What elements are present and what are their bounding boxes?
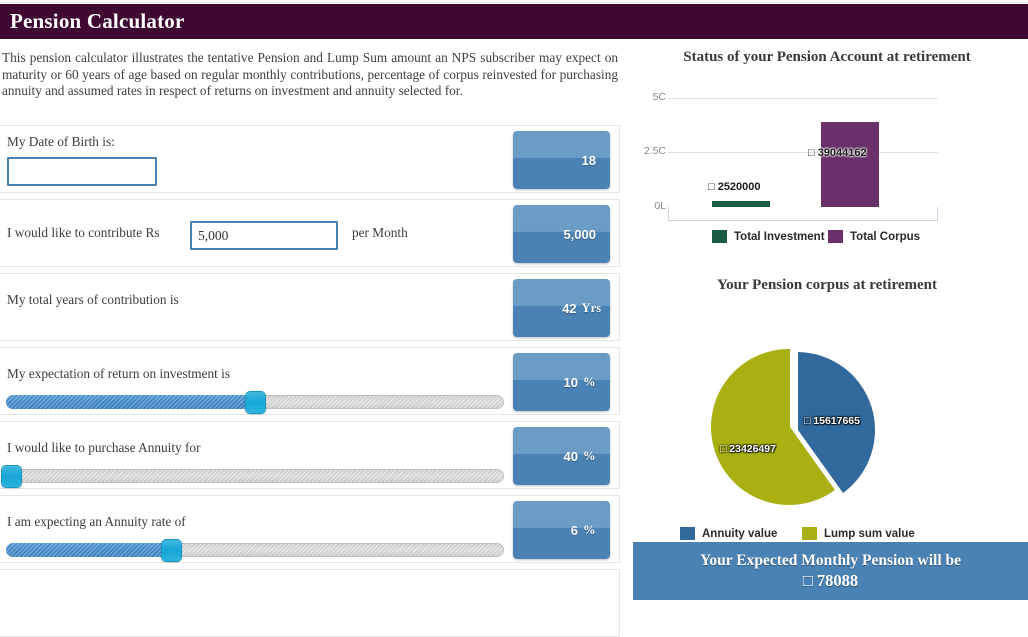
badge-value-return: 10 — [563, 374, 578, 390]
bar-total-investment — [712, 201, 770, 207]
badge-unit-return: % — [583, 374, 596, 389]
bar-total-corpus — [821, 122, 879, 207]
app-header-bar: Pension Calculator — [0, 4, 1028, 39]
page-title: Pension Calculator — [10, 9, 185, 33]
badge-value-years: 42 — [562, 300, 577, 316]
intro-paragraph: This pension calculator illustrates the … — [2, 50, 618, 98]
bar-label-total-corpus: □ 39044162 — [808, 147, 867, 159]
page-top-divider — [0, 0, 1028, 3]
badge-value-annuity-rate: 6 — [570, 522, 578, 538]
value-badge-annuity-rate: 6 % — [513, 501, 610, 559]
legend-label-lump-sum: Lump sum value — [824, 527, 915, 540]
bar-chart-title: Status of your Pension Account at retire… — [683, 49, 971, 65]
pie-label-lump-sum: □ 23426497 — [720, 443, 776, 455]
pie-label-annuity: □ 15617665 — [804, 415, 860, 427]
slider-handle-annuity-rate[interactable] — [162, 540, 181, 561]
form-row-annuity-rate: I am expecting an Annuity rate of 6 % — [0, 495, 620, 563]
calculator-form-panel: This pension calculator illustrates the … — [0, 45, 622, 637]
expected-pension-caption: Your Expected Monthly Pension will be — [699, 551, 962, 569]
row-label-years-of-contribution: My total years of contribution is — [7, 292, 179, 307]
slider-annuity-purchase[interactable] — [2, 466, 504, 487]
monthly-contribution-input[interactable] — [190, 221, 338, 250]
expected-pension-banner: Your Expected Monthly Pension will be □ … — [633, 542, 1028, 600]
slider-return-on-investment[interactable] — [6, 392, 504, 413]
value-badge-annuity-percent: 40 % — [513, 427, 610, 485]
legend-label-total-investment: Total Investment — [734, 230, 825, 243]
row-label-date-of-birth: My Date of Birth is: — [7, 134, 115, 149]
form-row-annuity-purchase: I would like to purchase Annuity for 40 … — [0, 421, 620, 489]
pie-chart: □ 15617665 □ 23426497 Annuity value Lump… — [632, 315, 1028, 545]
pie-chart-title: Your Pension corpus at retirement — [717, 277, 937, 293]
value-badge-age: 18 — [513, 131, 610, 189]
slider-annuity-rate[interactable] — [6, 540, 504, 561]
pie-chart-svg — [711, 348, 876, 505]
bar-chart-axis-frame — [668, 207, 938, 221]
badge-value-contribution: 5,000 — [563, 226, 596, 242]
row-label-monthly-contribution: I would like to contribute Rs — [7, 225, 160, 240]
bar-legend-total-corpus[interactable]: Total Corpus — [828, 230, 920, 243]
slider-handle-annuity-purchase[interactable] — [2, 466, 21, 487]
row-label-annuity-rate: I am expecting an Annuity rate of — [7, 514, 186, 529]
pie-legend-annuity[interactable]: Annuity value — [680, 527, 777, 540]
date-of-birth-input[interactable] — [7, 157, 157, 186]
gridline-top — [668, 98, 938, 99]
form-row-date-of-birth: My Date of Birth is: 18 — [0, 125, 620, 193]
legend-swatch-lump-sum — [802, 527, 817, 540]
row-label-annuity-purchase: I would like to purchase Annuity for — [7, 440, 201, 455]
legend-label-total-corpus: Total Corpus — [850, 230, 921, 243]
bar-label-total-investment: □ 2520000 — [708, 181, 761, 193]
form-row-partial-bottom — [0, 569, 620, 637]
pie-legend-lump-sum[interactable]: Lump sum value — [802, 527, 915, 540]
badge-unit-annuity-rate: % — [583, 522, 596, 537]
form-row-monthly-contribution: I would like to contribute Rs per Month … — [0, 199, 620, 267]
value-badge-contribution: 5,000 — [513, 205, 610, 263]
form-row-return-on-investment: My expectation of return on investment i… — [0, 347, 620, 415]
legend-label-annuity: Annuity value — [702, 527, 778, 540]
gridline-mid — [668, 152, 938, 153]
expected-pension-amount: □ 78088 — [802, 570, 859, 590]
bar-chart: 5C 2.5C 0L □ 2520000 □ 39044162 Total In… — [632, 90, 1028, 270]
value-badge-return: 10 % — [513, 353, 610, 411]
legend-swatch-annuity — [680, 527, 695, 540]
badge-unit-years: Yrs — [581, 300, 601, 315]
row-label-return-on-investment: My expectation of return on investment i… — [7, 366, 231, 381]
legend-swatch-total-corpus — [828, 230, 843, 243]
ytick-label-2: 5C — [652, 91, 666, 103]
slider-fill-annuity-rate — [6, 543, 170, 557]
ytick-label-1: 2.5C — [643, 145, 666, 157]
monthly-contribution-suffix: per Month — [352, 225, 408, 240]
results-panel: Status of your Pension Account at retire… — [632, 45, 1028, 600]
bar-legend-total-investment[interactable]: Total Investment — [712, 230, 825, 243]
ytick-label-0: 0L — [654, 200, 666, 212]
value-badge-years: 42 Yrs — [513, 279, 610, 337]
slider-fill-return-on-investment — [6, 395, 255, 409]
slider-handle-return-on-investment[interactable] — [246, 392, 265, 413]
badge-value-annuity-percent: 40 — [563, 448, 578, 464]
legend-swatch-total-investment — [712, 230, 727, 243]
form-row-years-of-contribution: My total years of contribution is 42 Yrs — [0, 273, 620, 341]
badge-unit-annuity-percent: % — [583, 448, 596, 463]
badge-value-age: 18 — [581, 152, 596, 168]
